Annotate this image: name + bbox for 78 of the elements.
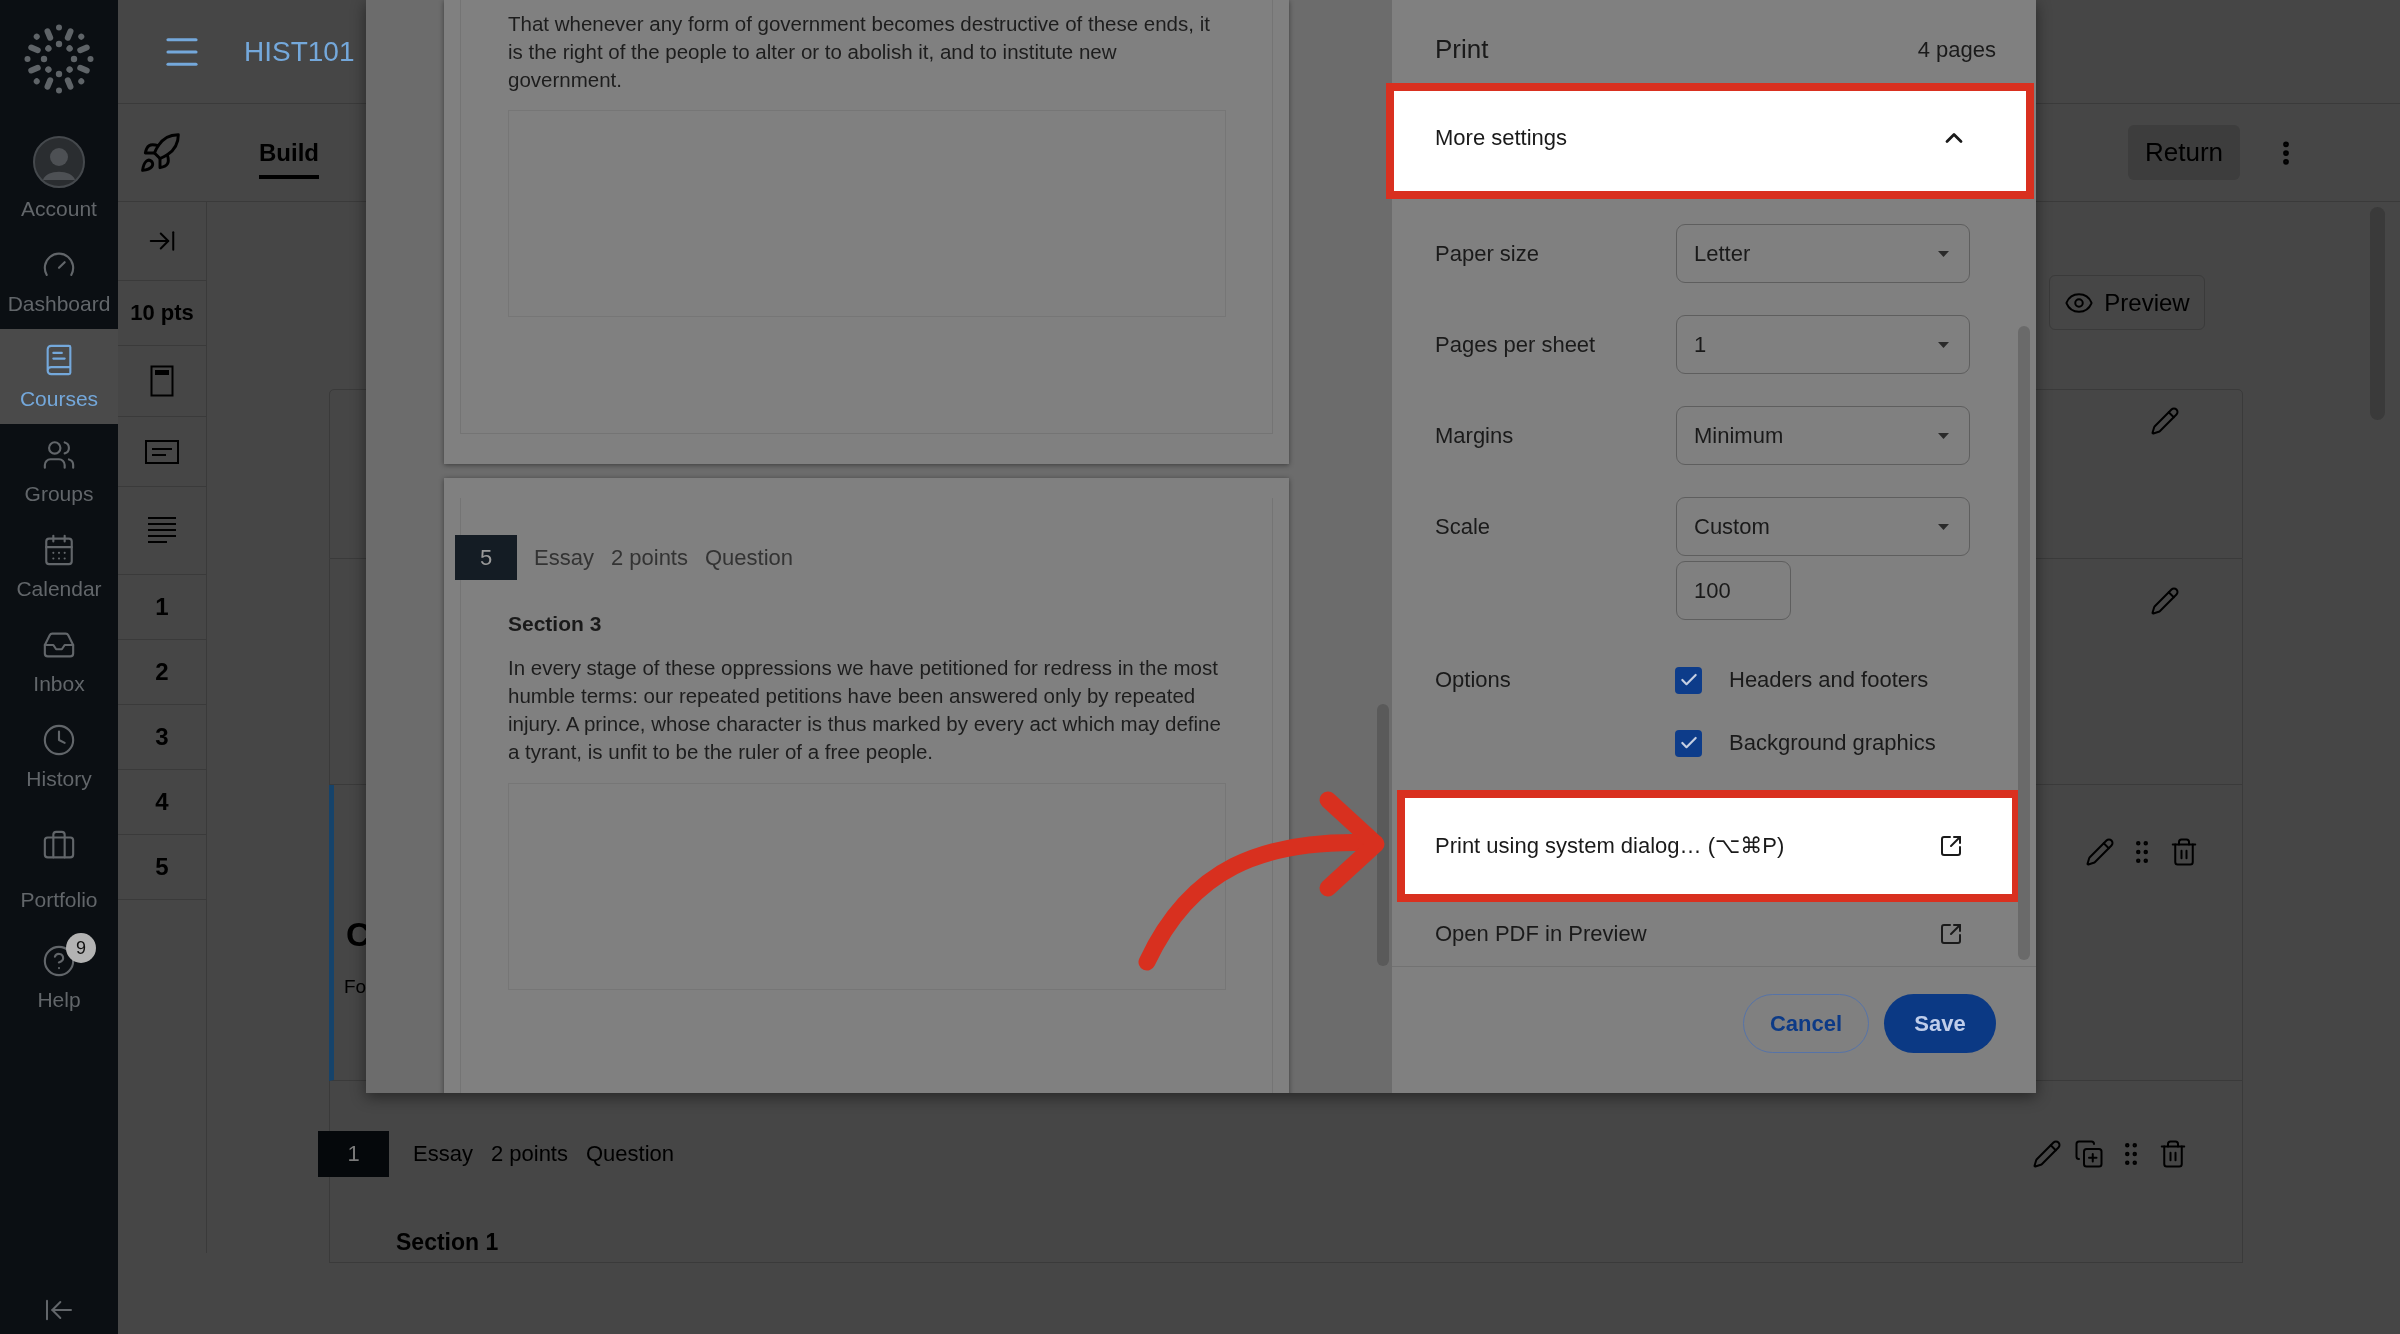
pencil-icon[interactable] (2150, 406, 2180, 436)
nav-item[interactable]: 9 Help (0, 930, 118, 1025)
points-label: 10 pts (130, 300, 194, 326)
question-meta: Question (586, 1141, 675, 1167)
duplicate-icon[interactable] (2074, 1139, 2104, 1169)
setting-label: Scale (1435, 513, 1491, 541)
dropdown[interactable]: Custom (1676, 497, 1970, 556)
section-heading: Section 3 (508, 611, 602, 637)
question-meta: Essay (534, 544, 594, 571)
number-field[interactable]: 100 (1676, 561, 1791, 620)
tab[interactable]: Build (259, 126, 319, 179)
checkbox[interactable] (1675, 729, 1702, 757)
question-link[interactable]: 1 (155, 593, 169, 621)
trash-icon[interactable] (2158, 1139, 2188, 1169)
paragraph: That whenever any form of government becomes destructive of these ends, it is the right of the people to alter or to abolish it, and to institute new government. (508, 11, 1211, 93)
option-label: Headers and footers (1729, 667, 1929, 693)
checkbox[interactable] (1675, 666, 1702, 694)
setting-label: Options (1435, 666, 1511, 694)
setting-label: Pages per sheet (1435, 331, 1596, 359)
avatar-icon (33, 136, 85, 188)
nav-item[interactable]: Courses (0, 329, 118, 424)
dropdown-caret-icon (1938, 523, 1949, 530)
setting-label: Margins (1435, 422, 1514, 450)
return-button[interactable]: Return (2128, 125, 2240, 180)
card-icon[interactable] (145, 439, 179, 464)
dropdown-caret-icon (1938, 250, 1949, 257)
document-icon[interactable] (150, 365, 174, 397)
setting-label: Paper size (1435, 240, 1539, 268)
question-number: 1 (318, 1131, 389, 1177)
question-meta: Essay (413, 1141, 473, 1167)
dropdown-caret-icon (1938, 341, 1949, 348)
breadcrumb-link[interactable]: HIST101 (244, 35, 355, 68)
external-link-icon (1939, 834, 1963, 858)
clock-icon (42, 723, 76, 757)
pencil-icon[interactable] (2085, 837, 2115, 867)
nav-item[interactable]: History (0, 709, 118, 804)
dropdown-caret-icon (1938, 432, 1949, 439)
dropdown[interactable]: 1 (1676, 315, 1970, 374)
more-settings-toggle[interactable]: More settings (1386, 83, 2034, 199)
question-link[interactable]: 2 (155, 658, 169, 686)
pencil-icon[interactable] (2032, 1139, 2062, 1169)
logo-icon[interactable] (24, 24, 94, 94)
dialog-title: Print (1435, 34, 1489, 65)
scrollbar-thumb[interactable] (1377, 704, 1389, 966)
menu-link[interactable]: Open PDF in Preview (1392, 902, 2018, 966)
question-meta: 2 points (490, 1141, 568, 1167)
question-link[interactable]: 3 (155, 723, 169, 751)
nav-item[interactable]: Portfolio (0, 804, 118, 930)
option-label: Background graphics (1729, 730, 1936, 756)
page-count: 4 pages (1917, 36, 1996, 63)
question-meta: Question (705, 544, 794, 571)
question-link[interactable]: 5 (155, 853, 169, 881)
save-button[interactable]: Save (1884, 994, 1996, 1053)
trash-icon[interactable] (2169, 837, 2199, 867)
nav-item[interactable]: Calendar (0, 519, 118, 614)
paragraph: In every stage of these oppressions we have petitioned for redress in the most humble terms: our repeated petitions have been answered only by repeated injury. A prince, whose character is thus marked by every act which may define a tyrant, is unfit to be the ruler of a free people. (508, 655, 1222, 765)
people-icon (42, 438, 76, 472)
pencil-icon[interactable] (2150, 586, 2180, 616)
menu-link[interactable]: Print using system dialog… (⌥⌘P) (1397, 790, 2020, 902)
help-icon (42, 944, 76, 978)
scrollbar-thumb[interactable] (2018, 326, 2030, 960)
dropdown[interactable]: Letter (1676, 224, 1970, 283)
question-meta: 2 points (610, 544, 688, 571)
nav-item[interactable]: Dashboard (0, 234, 118, 329)
dropdown[interactable]: Minimum (1676, 406, 1970, 465)
rocket-icon[interactable] (138, 130, 182, 175)
question-number: 5 (455, 535, 517, 580)
nav-item[interactable]: Inbox (0, 614, 118, 709)
section-heading: Section 1 (396, 1229, 499, 1256)
calendar-icon (42, 533, 76, 567)
external-link-icon (1939, 922, 1963, 946)
nav-item[interactable]: Account (0, 118, 118, 234)
nav-item[interactable]: Groups (0, 424, 118, 519)
text-lines-icon[interactable] (147, 515, 177, 546)
notification-badge: 9 (66, 933, 96, 963)
preview-button[interactable]: Preview (2049, 275, 2205, 330)
card-text: Fo (344, 975, 367, 999)
question-link[interactable]: 4 (155, 788, 169, 816)
